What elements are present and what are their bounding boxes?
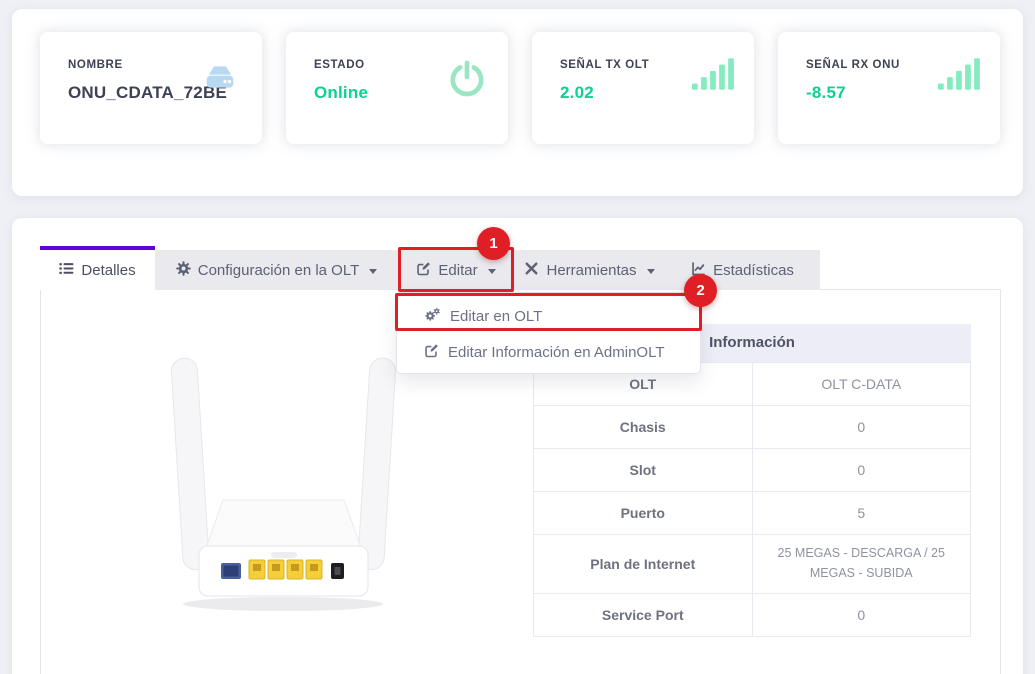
row-value: 5 (752, 491, 971, 534)
row-label: Plan de Internet (534, 534, 753, 593)
row-value: 0 (752, 593, 971, 636)
stat-card-nombre: NOMBRE ONU_CDATA_72BE (40, 32, 262, 144)
menu-item-label: Editar Información en AdminOLT (448, 344, 665, 361)
chevron-down-icon (369, 269, 377, 274)
stat-card-senal-rx-onu: SEÑAL RX ONU -8.57 (778, 32, 1000, 144)
router-icon (198, 58, 242, 96)
row-value: 0 (752, 405, 971, 448)
tab-label: Detalles (81, 262, 135, 279)
gear-icon (176, 261, 191, 280)
onu-details-page: NOMBRE ONU_CDATA_72BE ESTADO Online (0, 0, 1035, 674)
tab-label: Herramientas (546, 262, 636, 279)
active-tab-indicator (40, 246, 155, 250)
row-value: OLT C-DATA (752, 362, 971, 405)
row-value: 25 MEGAS - DESCARGA / 25 MEGAS - SUBIDA (752, 534, 971, 593)
onu-product-image (161, 352, 406, 652)
row-label: Slot (534, 448, 753, 491)
row-value: 0 (752, 448, 971, 491)
row-label: Chasis (534, 405, 753, 448)
table-row: Slot 0 (534, 448, 971, 491)
chevron-down-icon (647, 269, 655, 274)
menu-item-editar-informacion-adminolt[interactable]: Editar Información en AdminOLT (397, 334, 700, 370)
list-icon (59, 261, 74, 280)
row-label: Service Port (534, 593, 753, 636)
stat-card-senal-tx-olt: SEÑAL TX OLT 2.02 (532, 32, 754, 144)
tab-herramientas[interactable]: Herramientas (514, 250, 665, 290)
table-row: Plan de Internet 25 MEGAS - DESCARGA / 2… (534, 534, 971, 593)
signal-bars-icon (692, 58, 734, 90)
power-icon (446, 58, 488, 100)
tools-icon (524, 261, 539, 280)
tab-label: Estadísticas (713, 262, 794, 279)
summary-panel: NOMBRE ONU_CDATA_72BE ESTADO Online (12, 9, 1023, 196)
row-label: Puerto (534, 491, 753, 534)
details-panel: Detalles (12, 218, 1023, 674)
annotation-step-2-badge: 2 (684, 274, 717, 307)
edit-icon (424, 343, 439, 362)
annotation-box-editar-en-olt (395, 293, 702, 331)
table-row: Chasis 0 (534, 405, 971, 448)
signal-bars-icon (938, 58, 980, 90)
tab-detalles[interactable]: Detalles (40, 250, 155, 290)
table-row: Service Port 0 (534, 593, 971, 636)
stat-card-estado: ESTADO Online (286, 32, 508, 144)
tab-configuracion-en-la-olt[interactable]: Configuración en la OLT (155, 250, 398, 290)
table-row: Puerto 5 (534, 491, 971, 534)
tab-label: Configuración en la OLT (198, 262, 359, 279)
annotation-step-1-badge: 1 (477, 227, 510, 260)
